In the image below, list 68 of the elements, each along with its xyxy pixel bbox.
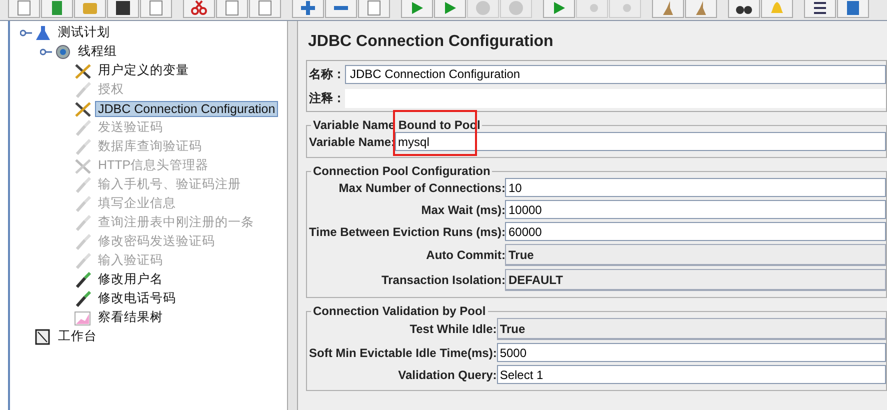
dropper-icon — [74, 120, 92, 136]
dropdown[interactable]: DEFAULT — [505, 269, 886, 291]
field-label: Max Number of Connections: — [338, 180, 506, 194]
text-field[interactable]: 5000 — [496, 343, 886, 362]
dropper-icon — [74, 82, 92, 98]
tree-item[interactable]: 察看结果树 — [95, 308, 166, 327]
doc-icon — [16, 0, 32, 16]
dropper-icon — [74, 214, 92, 230]
flask-icon — [34, 24, 52, 40]
wrench-icon — [74, 158, 92, 174]
dropper-icon — [74, 252, 92, 268]
toolbar-button[interactable] — [804, 0, 836, 18]
field-label: Auto Commit: — [425, 248, 506, 262]
list-icon — [812, 0, 828, 16]
comment-label: 注释： — [309, 90, 345, 106]
toolbar-button[interactable] — [728, 0, 760, 18]
tree-item[interactable]: 线程组 — [75, 42, 120, 61]
tree-item[interactable]: 工作台 — [55, 327, 100, 346]
chart-icon — [74, 310, 92, 326]
text-field[interactable]: 60000 — [505, 222, 886, 241]
bell-icon — [769, 0, 785, 16]
group-title: Connection Pool Configuration — [312, 164, 492, 178]
text-field[interactable]: mysql — [395, 132, 886, 151]
tree-item[interactable]: 修改电话号码 — [95, 289, 179, 308]
tree-handle-icon[interactable] — [40, 46, 52, 56]
name-field[interactable]: JDBC Connection Configuration — [345, 64, 886, 84]
gear-icon — [54, 44, 72, 60]
field-label: Max Wait (ms): — [420, 202, 506, 216]
dropper-icon — [74, 138, 92, 154]
plus-icon — [300, 0, 316, 16]
wrench-icon — [74, 62, 92, 78]
wrench-icon — [74, 100, 92, 116]
toolbar-button[interactable] — [107, 0, 139, 18]
group-title: Connection Validation by Pool — [312, 304, 487, 318]
stop-icon — [475, 0, 491, 16]
dropper-icon — [74, 176, 92, 192]
tree-item[interactable]: JDBC Connection Configuration — [95, 100, 278, 116]
text-field[interactable]: 10 — [505, 178, 886, 197]
dropdown[interactable]: True — [505, 244, 886, 266]
field-label: Time Between Eviction Runs (ms): — [309, 224, 506, 238]
text-field[interactable]: 10000 — [505, 200, 886, 219]
dropper-icon — [74, 196, 92, 212]
dropdown[interactable]: True — [496, 318, 886, 340]
tree-item[interactable]: 用户定义的变量 — [95, 61, 192, 80]
play-icon — [442, 0, 458, 16]
play-icon — [551, 0, 567, 16]
text-field[interactable]: Select 1 — [496, 365, 886, 384]
scissors-icon — [191, 0, 207, 16]
field-label: Validation Query: — [397, 368, 497, 382]
dropper-icon — [74, 290, 92, 306]
field-label: Test While Idle: — [408, 322, 497, 336]
toolbar-button[interactable] — [183, 0, 215, 18]
name-label: 名称： — [309, 66, 345, 82]
panel-title: JDBC Connection Configuration — [307, 32, 554, 52]
field-label: Variable Name: — [309, 134, 396, 148]
tree-handle-icon[interactable] — [20, 28, 32, 38]
field-label: Soft Min Evictable Idle Time(ms): — [309, 346, 497, 360]
stop-icon — [508, 0, 524, 16]
dropper-icon — [74, 272, 92, 288]
play-icon — [409, 0, 425, 16]
folder-icon — [82, 0, 98, 16]
clipboard-icon — [34, 328, 52, 344]
dropper-icon — [74, 234, 92, 250]
tree-item[interactable]: 测试计划 — [55, 23, 113, 42]
book-icon — [49, 0, 65, 16]
field-label: Transaction Isolation: — [380, 273, 506, 287]
tree-item[interactable]: 修改用户名 — [95, 270, 166, 289]
comment-field[interactable] — [345, 88, 886, 108]
